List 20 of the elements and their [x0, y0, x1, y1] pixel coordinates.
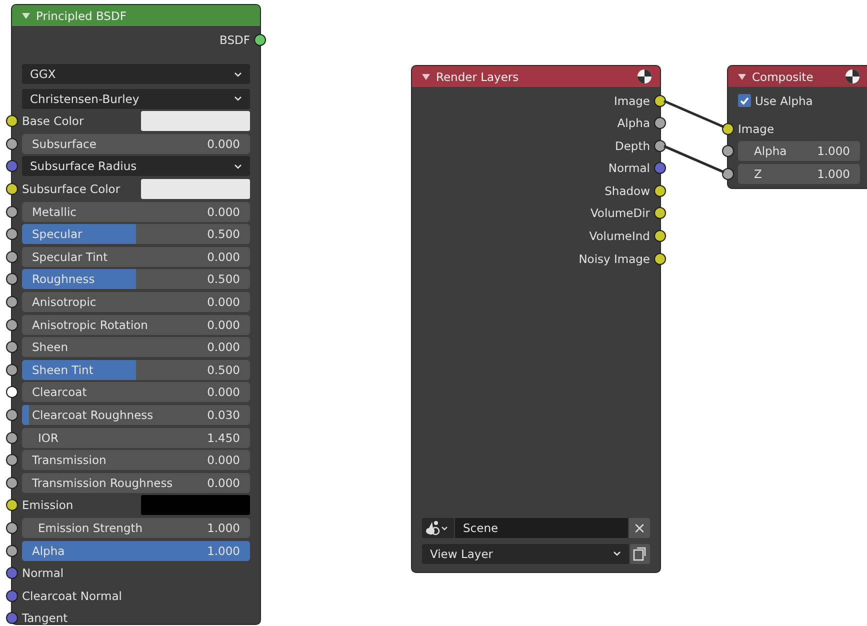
socket-label: Noisy Image: [578, 252, 650, 266]
node-title: Render Layers: [436, 70, 519, 84]
input-label: Base Color: [22, 114, 85, 128]
socket-label: Shadow: [604, 184, 650, 198]
socket-label: Image: [614, 94, 650, 108]
socket-label: Tangent: [22, 611, 69, 626]
socket-label: Clearcoat Normal: [22, 588, 124, 603]
socket-label: Alpha: [617, 116, 650, 130]
input-label: Subsurface Color: [22, 182, 122, 196]
socket-label: VolumeDir: [590, 206, 650, 220]
socket-label: Depth: [614, 138, 650, 153]
socket-label: Image: [738, 122, 776, 136]
socket-label: VolumeInd: [589, 229, 650, 244]
socket-label: BSDF: [220, 32, 250, 46]
checkbox-label: Use Alpha: [755, 94, 813, 108]
socket-label: Normal: [22, 566, 65, 580]
socket-label: Normal: [608, 161, 650, 176]
node-title: Composite: [752, 70, 814, 84]
input-label: Emission: [22, 498, 74, 512]
node-title: Principled BSDF: [36, 8, 126, 22]
